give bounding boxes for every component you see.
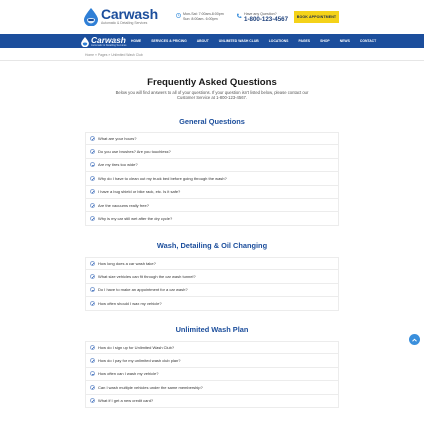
faq-item[interactable]: What size vehicles can fit through the c… xyxy=(85,270,339,284)
nav-item-locations[interactable]: LOCATIONS xyxy=(269,39,289,43)
phone-icon xyxy=(236,13,242,19)
plus-circle-icon xyxy=(90,371,95,377)
plus-circle-icon xyxy=(90,261,95,267)
faq-question: I have a bug shield or bike rack, etc. I… xyxy=(98,189,181,195)
logo[interactable]: Carwash Automatic & Detailing Services xyxy=(84,6,158,26)
faq-item[interactable]: What if I get a new credit card? xyxy=(85,394,339,408)
nav-item-services-pricing[interactable]: SERVICES & PRICING xyxy=(151,39,187,43)
plus-circle-icon xyxy=(90,384,95,390)
plus-circle-icon xyxy=(90,149,95,155)
faq-question: What are your hours? xyxy=(98,136,137,142)
nav-item-about[interactable]: ABOUT xyxy=(197,39,209,43)
section-title: General Questions xyxy=(179,117,245,126)
main-nav: Carwash Automatic & Detailing Services H… xyxy=(0,34,424,48)
faq-item[interactable]: How long does a car wash take? xyxy=(85,257,339,271)
nav-item-pages[interactable]: PAGES xyxy=(298,39,310,43)
page-intro: Below you will find answers to all of yo… xyxy=(115,90,309,101)
faq-item[interactable]: How often can I wash my vehicle? xyxy=(85,367,339,382)
nav-item-contact[interactable]: CONTACT xyxy=(360,39,376,43)
opening-hours: Mon-Sat: 7:00am-8:00pm Sun: 8:00am- 6:00… xyxy=(176,12,224,22)
faq-question: How do I sign up for Unlimited Wash Club… xyxy=(98,345,175,351)
plus-circle-icon xyxy=(90,189,95,195)
water-drop-icon xyxy=(84,8,98,26)
plus-circle-icon xyxy=(90,274,95,280)
plus-circle-icon xyxy=(90,136,95,142)
book-appointment-button[interactable]: BOOK APPOINTMENT xyxy=(294,11,339,23)
faq-question: How long does a car wash take? xyxy=(98,261,156,267)
contact-phone[interactable]: Have any Question? 1-800-123-4567 xyxy=(236,12,288,24)
nav-item-shop[interactable]: SHOP xyxy=(320,39,330,43)
faq-question: Can I wash multiple vehicles under the s… xyxy=(98,384,203,390)
nav-item-unlimited-wash-club[interactable]: UNLIMITED WASH CLUB xyxy=(219,39,259,43)
breadcrumb-bar: Home » Pages » Unlimited Wash Club xyxy=(0,48,424,61)
nav-logo[interactable]: Carwash Automatic & Detailing Services xyxy=(81,36,126,47)
breadcrumb[interactable]: Home » Pages » Unlimited Wash Club xyxy=(85,53,143,57)
faq-question: Are my tires too wide? xyxy=(98,162,138,168)
faq-item[interactable]: Are the vacuums really free? xyxy=(85,198,339,213)
plus-circle-icon xyxy=(90,398,95,404)
nav-logo-tagline: Automatic & Detailing Services xyxy=(91,44,127,47)
plus-circle-icon xyxy=(90,345,95,351)
chevron-up-icon xyxy=(412,338,417,342)
logo-name: Carwash xyxy=(101,6,158,22)
faq-question: How often should I wax my vehicle? xyxy=(98,300,162,306)
faq-item[interactable]: How often should I wax my vehicle? xyxy=(85,297,339,311)
faq-item[interactable]: Why is my car still wet after the dry cy… xyxy=(85,212,339,226)
nav-logo-name: Carwash xyxy=(91,35,126,45)
faq-question: Do I have to make an appointment for a c… xyxy=(98,287,188,293)
faq-item[interactable]: How do I pay for my unlimited wash club … xyxy=(85,354,339,368)
faq-item[interactable]: Do I have to make an appointment for a c… xyxy=(85,283,339,298)
top-header: Carwash Automatic & Detailing Services M… xyxy=(0,0,424,34)
faq-question: Why is my car still wet after the dry cy… xyxy=(98,216,173,222)
faq-question: How often can I wash my vehicle? xyxy=(98,371,159,377)
faq-question: Why do I have to clean out my truck bed … xyxy=(98,175,227,181)
faq-item[interactable]: What are your hours? xyxy=(85,132,339,146)
faq-question: Are the vacuums really free? xyxy=(98,202,149,208)
faq-list: What are your hours? Do you use brushes? … xyxy=(85,132,339,226)
plus-circle-icon xyxy=(90,300,95,306)
plus-circle-icon xyxy=(90,216,95,222)
faq-item[interactable]: Are my tires too wide? xyxy=(85,158,339,173)
nav-item-news[interactable]: NEWS xyxy=(340,39,350,43)
faq-item[interactable]: How do I sign up for Unlimited Wash Club… xyxy=(85,341,339,355)
clock-icon xyxy=(176,13,181,18)
section-title: Wash, Detailing & Oil Changing xyxy=(156,241,268,250)
faq-item[interactable]: Why do I have to clean out my truck bed … xyxy=(85,172,339,186)
faq-question: How do I pay for my unlimited wash club … xyxy=(98,358,181,364)
phone-number[interactable]: 1-800-123-4567 xyxy=(244,16,288,24)
plus-circle-icon xyxy=(90,175,95,181)
faq-list: How do I sign up for Unlimited Wash Club… xyxy=(85,341,339,408)
faq-item[interactable]: Can I wash multiple vehicles under the s… xyxy=(85,381,339,395)
water-drop-icon xyxy=(81,36,89,47)
nav-item-home[interactable]: HOME xyxy=(131,39,141,43)
plus-circle-icon xyxy=(90,287,95,293)
plus-circle-icon xyxy=(90,162,95,168)
hours-sunday: Sun: 8:00am- 6:00pm xyxy=(183,17,218,21)
faq-question: What size vehicles can fit through the c… xyxy=(98,274,196,280)
faq-question: Do you use brushes? Are you touchless? xyxy=(98,149,171,155)
faq-question: What if I get a new credit card? xyxy=(98,398,154,404)
section-title: Unlimited Wash Plan xyxy=(175,325,249,334)
plus-circle-icon xyxy=(90,358,95,364)
plus-circle-icon xyxy=(90,202,95,208)
scroll-to-top-button[interactable] xyxy=(409,334,420,345)
page-title: Frequently Asked Questions xyxy=(147,77,277,88)
faq-item[interactable]: I have a bug shield or bike rack, etc. I… xyxy=(85,185,339,199)
faq-list: How long does a car wash take? What size … xyxy=(85,257,339,311)
faq-item[interactable]: Do you use brushes? Are you touchless? xyxy=(85,145,339,159)
